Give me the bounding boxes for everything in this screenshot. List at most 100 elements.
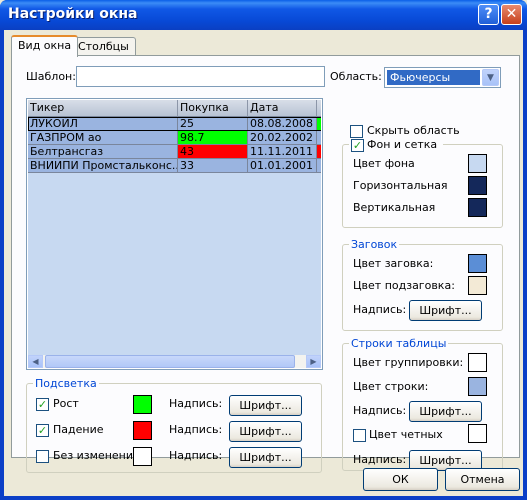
highlight-font-button[interactable]: Шрифт... [229,421,302,442]
settings-window: Настройки окна ? ✕ Вид окна Столбцы Шабл… [0,0,527,500]
col-header-extra[interactable] [317,100,321,117]
chevron-down-icon[interactable]: ▼ [482,69,499,86]
ok-label: ОК [392,473,409,486]
template-label: Шаблон: [26,70,76,83]
background-item-label: Вертикальная [353,201,436,214]
background-color-swatch[interactable] [468,198,487,217]
col-header-date[interactable]: Дата [248,100,317,117]
header-caption: Надпись: [353,303,407,316]
cancel-label: Отмена [460,473,505,486]
header-group: Заговок Цвет заговка: Цвет подзаговка: На… [342,238,503,331]
close-icon: ✕ [505,6,518,22]
highlight-label: Рост [53,397,79,410]
even-rows-label: Цвет четных [369,428,443,441]
highlight-checkbox[interactable] [36,450,49,463]
preview-grid[interactable]: Тикер Покупка Дата ЛУКОЙЛ 25 08.08.2008 ГАЗ… [26,98,323,370]
highlight-font-label: Шрифт... [239,425,292,438]
cell-date[interactable]: 11.11.2011 [248,145,317,159]
background-color-swatch[interactable] [468,176,487,195]
highlight-font-button[interactable]: Шрифт... [229,447,302,468]
help-icon: ? [484,6,493,22]
rows-font-button[interactable]: Шрифт... [409,401,482,422]
tab-view[interactable]: Вид окна [11,35,79,57]
area-select[interactable]: Фьючерсы ▼ [384,67,501,88]
background-title: Фон и сетка [367,138,438,151]
highlight-label: Без изменений [53,449,141,462]
scroll-thumb[interactable] [45,355,295,368]
area-selected: Фьючерсы [387,70,480,85]
template-input[interactable] [76,66,325,87]
cell-extra[interactable] [317,131,321,145]
even-rows-checkbox[interactable] [353,429,366,442]
highlight-color-swatch[interactable] [133,447,152,466]
rows-caption-2: Надпись: [353,453,407,466]
grid-area: Тикер Покупка Дата ЛУКОЙЛ 25 08.08.2008 ГАЗ… [28,100,321,357]
cell-date[interactable]: 08.08.2008 [248,117,317,131]
background-item-label: Цвет фона [353,157,415,170]
cell-ticker[interactable]: ВНИИПИ Промстальконс... [28,159,178,173]
tab-columns[interactable]: Столбцы [71,37,136,57]
header-item-label: Цвет заговка: [353,257,434,270]
col-header-ticker[interactable]: Тикер [28,100,178,117]
cell-buy[interactable]: 43 [178,145,248,159]
background-color-swatch[interactable] [468,154,487,173]
even-rows-color-swatch[interactable] [468,424,487,443]
cell-extra[interactable] [317,117,321,131]
highlight-color-swatch[interactable] [133,421,152,440]
header-font-label: Шрифт... [419,304,472,317]
rows-item-label: Цвет строки: [353,380,429,393]
rows-item-label: Цвет группировки: [353,356,464,369]
header-color-swatch[interactable] [468,254,487,273]
rows-font-label: Шрифт... [419,405,472,418]
highlight-caption: Надпись: [169,449,223,462]
ok-button[interactable]: ОК [363,468,438,491]
highlight-checkbox[interactable]: ✓ [36,424,49,437]
cell-extra[interactable] [317,145,321,159]
rows-font-label-2: Шрифт... [419,454,472,467]
highlight-checkbox[interactable]: ✓ [36,398,49,411]
col-header-buy[interactable]: Покупка [178,100,248,117]
tab-columns-label: Столбцы [78,40,129,53]
highlight-caption: Надпись: [169,397,223,410]
cell-buy[interactable]: 33 [178,159,248,173]
rows-color-swatch[interactable] [468,353,487,372]
area-label: Область: [330,70,382,83]
background-checkbox[interactable]: ✓ [351,139,364,152]
help-button[interactable]: ? [478,4,499,25]
cell-buy[interactable]: 25 [178,117,248,131]
close-button[interactable]: ✕ [501,4,522,25]
highlight-caption: Надпись: [169,423,223,436]
dialog-client: Вид окна Столбцы Шаблон: Область: Фьючер… [4,30,523,496]
horizontal-scrollbar[interactable]: ◀ ▶ [28,355,321,368]
highlight-font-button[interactable]: Шрифт... [229,395,302,416]
highlight-group: Подсветка ✓ Рост Надпись: Шрифт... ✓ Падение Н… [26,377,322,473]
header-font-button[interactable]: Шрифт... [409,300,482,321]
cell-ticker[interactable]: ГАЗПРОМ ао [28,131,178,145]
cell-date[interactable]: 20.02.2002 [248,131,317,145]
title-bar[interactable]: Настройки окна ? ✕ [0,0,527,30]
header-item-label: Цвет подзаговка: [353,279,455,292]
window-title: Настройки окна [8,6,138,22]
header-color-swatch[interactable] [468,276,487,295]
background-item-label: Горизонтальная [353,179,448,192]
cell-ticker[interactable]: ЛУКОЙЛ [28,117,178,131]
background-legend: ✓ Фон и сетка [349,138,443,152]
hide-area-label: Скрыть область [367,124,460,137]
tab-view-label: Вид окна [18,39,72,52]
rows-group: Строки таблицы Цвет группировки: Цвет стр… [342,337,503,471]
tab-panel: Шаблон: Область: Фьючерсы ▼ Тикер Покупк… [11,55,520,473]
cancel-button[interactable]: Отмена [445,468,520,491]
cell-ticker[interactable]: Белтрансгаз [28,145,178,159]
hide-area-checkbox[interactable] [350,125,363,138]
cell-buy[interactable]: 98.7 [178,131,248,145]
scroll-right-icon[interactable]: ▶ [306,355,321,368]
background-group: ✓ Фон и сетка Цвет фона Горизонтальная Вер… [342,138,503,228]
highlight-color-swatch[interactable] [133,395,152,414]
rows-color-swatch[interactable] [468,377,487,396]
rows-caption: Надпись: [353,404,407,417]
scroll-left-icon[interactable]: ◀ [28,355,43,368]
rows-title: Строки таблицы [349,337,449,350]
cell-extra[interactable] [317,159,321,173]
cell-date[interactable]: 01.01.2001 [248,159,317,173]
header-title: Заговок [349,238,400,251]
